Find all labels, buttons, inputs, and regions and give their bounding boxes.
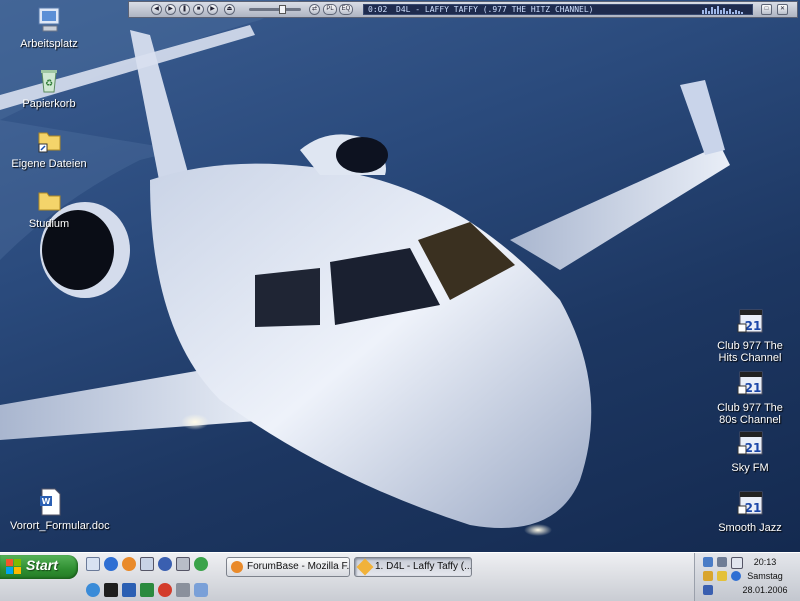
windowshade-button[interactable]: □ (761, 4, 772, 15)
desktop-icon-label: Studium (28, 218, 70, 230)
stop-button[interactable]: ■ (193, 4, 204, 15)
clock-day: Samstag (747, 571, 783, 581)
track-title-marquee: D4L - LAFFY TAFFY (.977 THE HITZ CHANNEL… (396, 5, 594, 14)
computer-icon (33, 4, 65, 36)
svg-text:21: 21 (745, 501, 762, 515)
lightning-tray-icon[interactable] (717, 571, 727, 581)
media-player-shortcut-icon: 21 (734, 428, 766, 460)
svg-text:21: 21 (745, 441, 762, 455)
globe-icon[interactable] (158, 557, 172, 571)
taskbar: Start ForumBase - Mozilla F... 1. D4L - … (0, 552, 800, 601)
desktop-icon-eigene-dateien[interactable]: Eigene Dateien (10, 124, 88, 170)
start-label: Start (26, 557, 58, 573)
task-button-label: 1. D4L - Laffy Taffy (... (375, 561, 472, 572)
desktop-icon-label: Smooth Jazz (718, 522, 782, 534)
shuffle-button[interactable]: ⇄ (309, 4, 320, 15)
system-tray: 20:13 Samstag 28.01.2006 (694, 553, 800, 601)
equalizer-toggle-button[interactable]: EQ (339, 4, 353, 15)
playlist-toggle-label: PL (326, 6, 334, 12)
firefox-icon[interactable] (122, 557, 136, 571)
track-time: 0:02 (368, 5, 388, 14)
desktop-icon-studium[interactable]: Studium (10, 184, 88, 230)
winamp-icon (356, 558, 374, 576)
desktop-icon-club-80s[interactable]: 21 Club 977 The 80s Channel (711, 368, 789, 426)
task-button-winamp[interactable]: 1. D4L - Laffy Taffy (... (354, 557, 472, 577)
volume-tray-icon[interactable] (717, 557, 727, 567)
messenger-tray-icon[interactable] (703, 585, 713, 595)
volume-slider[interactable] (249, 5, 301, 14)
desktop-icon-label: Club 977 The Hits Channel (717, 340, 783, 364)
desktop-icon-label: Arbeitsplatz (20, 38, 78, 50)
winamp-player-bar[interactable]: ◀ ▶ ❚ ■ ▶ ⏏ ⇄ PL EQ 0:02 D4L - LAFFY TAF… (128, 1, 798, 18)
internet-explorer-icon[interactable] (104, 557, 118, 571)
clock-date: 28.01.2006 (742, 585, 788, 595)
desktop-icon-vorort-formular[interactable]: W Vorort_Formular.doc (10, 486, 110, 532)
media-player-shortcut-icon: 21 (734, 488, 766, 520)
start-button[interactable]: Start (0, 555, 78, 579)
desktop-icon-label: Vorort_Formular.doc (10, 520, 110, 532)
clock-time[interactable]: 20:13 (735, 557, 795, 567)
desktop-icon-label: Sky FM (731, 462, 769, 474)
opera-icon[interactable] (158, 583, 172, 597)
window-icon[interactable] (140, 557, 154, 571)
firefox-icon (231, 561, 243, 573)
close-button[interactable]: ✕ (777, 4, 788, 15)
pause-button[interactable]: ❚ (179, 4, 190, 15)
disk-icon[interactable] (194, 583, 208, 597)
desktop-icon-label: Papierkorb (22, 98, 76, 110)
winamp-tray-icon[interactable] (703, 571, 713, 581)
film-icon[interactable] (176, 583, 190, 597)
task-button-label: ForumBase - Mozilla F... (247, 561, 350, 572)
svg-text:♻: ♻ (45, 79, 53, 89)
word-document-icon: W (34, 486, 66, 518)
svg-text:W: W (42, 497, 51, 506)
desktop-icon-label: Club 977 The 80s Channel (717, 402, 783, 426)
spectrum-visualizer (702, 6, 743, 14)
play-button[interactable]: ▶ (165, 4, 176, 15)
excel-icon[interactable] (140, 583, 154, 597)
svg-text:21: 21 (745, 381, 762, 395)
media-player-shortcut-icon: 21 (734, 368, 766, 400)
desktop-icon-arbeitsplatz[interactable]: Arbeitsplatz (10, 4, 88, 50)
folder-shortcut-icon (33, 124, 65, 156)
folder-icon (33, 184, 65, 216)
task-button-forumbase[interactable]: ForumBase - Mozilla F... (226, 557, 350, 577)
volume-slider-handle[interactable] (279, 5, 286, 14)
desktop-icon-club-hits[interactable]: 21 Club 977 The Hits Channel (711, 306, 789, 364)
svg-text:21: 21 (745, 319, 762, 333)
word-icon[interactable] (122, 583, 136, 597)
recycle-bin-icon: ♻ (33, 64, 65, 96)
media-icon[interactable] (176, 557, 190, 571)
winamp-display: 0:02 D4L - LAFFY TAFFY (.977 THE HITZ CH… (363, 4, 753, 15)
windows-logo-icon (6, 559, 21, 574)
desktop: Arbeitsplatz ♻ Papierkorb Eigene Dateien… (0, 0, 800, 552)
desktop-icon-sky-fm[interactable]: 21 Sky FM (711, 428, 789, 474)
terminal-icon[interactable] (104, 583, 118, 597)
network-tray-icon[interactable] (703, 557, 713, 567)
eject-button[interactable]: ⏏ (224, 4, 235, 15)
previous-button[interactable]: ◀ (151, 4, 162, 15)
desktop-icon-smooth-jazz[interactable]: 21 Smooth Jazz (711, 488, 789, 534)
network-icon[interactable] (86, 583, 100, 597)
playlist-toggle-button[interactable]: PL (323, 4, 337, 15)
desktop-icon-label: Eigene Dateien (11, 158, 87, 170)
wallpaper-jet-image (0, 0, 730, 536)
info-icon[interactable] (194, 557, 208, 571)
media-player-shortcut-icon: 21 (734, 306, 766, 338)
equalizer-toggle-label: EQ (341, 6, 351, 12)
show-desktop-icon[interactable] (86, 557, 100, 571)
next-button[interactable]: ▶ (207, 4, 218, 15)
desktop-icon-papierkorb[interactable]: ♻ Papierkorb (10, 64, 88, 110)
